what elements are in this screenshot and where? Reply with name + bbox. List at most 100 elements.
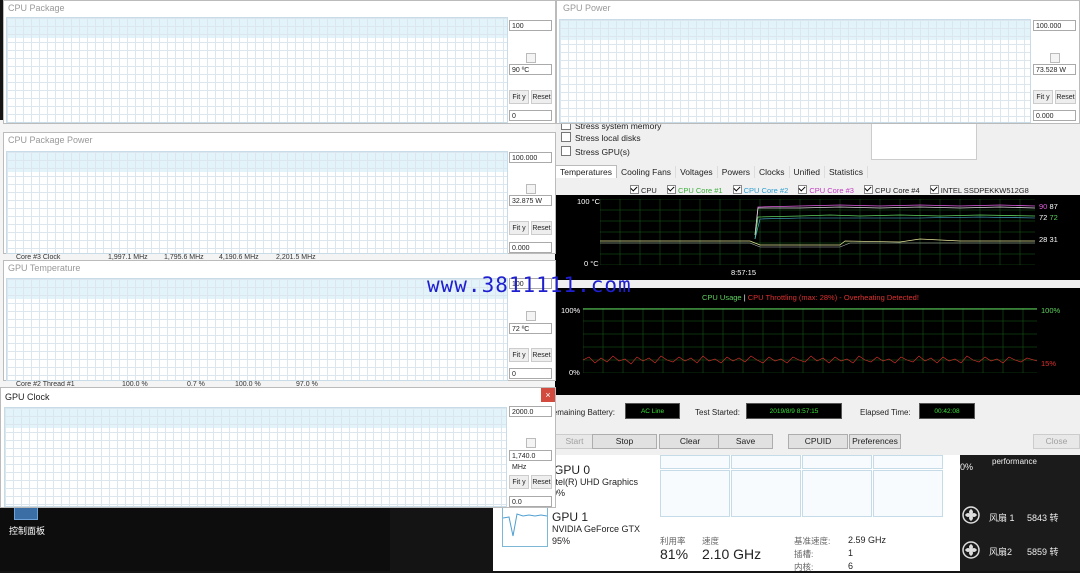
cpu-usage-title: CPU Usage — [702, 293, 742, 302]
legend-checkbox[interactable] — [630, 185, 639, 194]
legend-checkbox[interactable] — [732, 185, 742, 194]
temp-line-core1 — [754, 214, 1035, 240]
graph-current-field[interactable]: 32.875 W — [509, 195, 552, 206]
graph-auto-checkbox[interactable] — [526, 53, 536, 63]
temperature-graph: 100 °C 0 °C 8:57:15 90 87 72 72 28 31 — [555, 195, 1080, 280]
clear-button[interactable]: Clear — [659, 434, 721, 449]
cpu-package-graph-window[interactable]: CPU Package 100 90 ºC Fit y Reset 0 — [3, 0, 556, 124]
close-button[interactable]: Close — [1033, 434, 1080, 449]
graph-auto-checkbox[interactable] — [1050, 53, 1060, 63]
graph-min-field[interactable]: 0 — [509, 110, 552, 121]
reset-button[interactable]: Reset — [1055, 90, 1076, 104]
cpu-usage-graph: CPU Usage | CPU Throttling (max: 28%) - … — [555, 288, 1080, 395]
graph-window-title: CPU Package Power — [8, 135, 93, 145]
graph-auto-checkbox[interactable] — [526, 311, 536, 321]
system-stability-test-window: Stress system memory Stress local disks … — [547, 120, 1080, 455]
graph-current-field[interactable]: 73.528 W — [1033, 64, 1076, 75]
temperature-legend: CPU CPU Core #1 CPU Core #2 CPU Core #3 … — [630, 185, 1037, 195]
usage-plot — [583, 308, 1037, 373]
tab-clocks[interactable]: Clocks — [755, 166, 790, 178]
tab-statistics[interactable]: Statistics — [825, 166, 869, 178]
cpu-core-graph — [802, 455, 872, 469]
graph-max-field[interactable]: 2000.0 — [509, 406, 552, 417]
fan2-value: 5859 转 — [1027, 547, 1059, 557]
cpu-package-power-graph-window[interactable]: CPU Package Power 100.000 32.875 W Fit y… — [3, 132, 556, 254]
temp-time-label: 8:57:15 — [731, 268, 757, 277]
cpuid-button[interactable]: CPUID — [788, 434, 848, 449]
legend-checkbox[interactable] — [864, 185, 874, 194]
reset-button[interactable]: Reset — [531, 475, 552, 489]
save-button[interactable]: Save — [718, 434, 773, 449]
temp-right-row-3: 28 31 — [1039, 234, 1079, 245]
fit-y-button[interactable]: Fit y — [509, 221, 529, 235]
graph-current-field[interactable]: 72 ºC — [509, 323, 552, 334]
temp-line-core3 — [754, 204, 1035, 236]
fit-y-button[interactable]: Fit y — [1033, 90, 1053, 104]
legend-item-core1[interactable]: CPU Core #1 — [666, 185, 723, 195]
stop-button[interactable]: Stop — [592, 434, 657, 449]
legend-item-core4[interactable]: CPU Core #4 — [864, 185, 920, 195]
graph-current-field[interactable]: 1,740.0 MHz — [509, 450, 552, 471]
temp-right-row-1: 90 87 — [1039, 201, 1079, 212]
stress-gpu-checkbox[interactable] — [561, 146, 571, 156]
graph-current-field[interactable]: 90 ºC — [509, 64, 552, 75]
sockets-value: 1 — [848, 548, 854, 558]
reset-button[interactable]: Reset — [531, 348, 552, 362]
legend-label: CPU Core #4 — [875, 186, 920, 195]
temp-line-core2 — [754, 216, 1035, 240]
graph-min-field[interactable]: 0.000 — [1033, 110, 1076, 121]
tab-powers[interactable]: Powers — [718, 166, 756, 178]
tab-temperatures[interactable]: Temperatures — [555, 165, 617, 178]
gpu-power-graph-window[interactable]: GPU Power 100.000 73.528 W Fit y Reset 0… — [556, 0, 1080, 124]
usage-axis-right-top: 100% — [1041, 306, 1061, 315]
temperature-plot — [600, 199, 1035, 265]
legend-checkbox[interactable] — [666, 185, 676, 194]
tab-unified[interactable]: Unified — [790, 166, 826, 178]
close-icon[interactable]: × — [541, 388, 555, 402]
task-manager-performance: GPU 0 Intel(R) UHD Graphics 0% GPU 1 NVI… — [493, 455, 960, 572]
graph-auto-checkbox[interactable] — [526, 438, 536, 448]
temp-value-label: 87 — [1049, 202, 1058, 211]
fit-y-button[interactable]: Fit y — [509, 475, 529, 489]
stress-gpu-option[interactable]: Stress GPU(s) — [561, 146, 630, 157]
legend-item-ssd[interactable]: INTEL SSDPEKKW512G8 — [929, 185, 1029, 195]
fit-y-button[interactable]: Fit y — [509, 348, 529, 362]
fan2-label: 风扇2 — [989, 547, 1013, 557]
gpu0-name[interactable]: GPU 0 — [554, 463, 590, 477]
stress-disks-checkbox[interactable] — [561, 132, 571, 142]
graph-min-field[interactable]: 0.0 — [509, 496, 552, 507]
tab-cooling-fans[interactable]: Cooling Fans — [617, 166, 677, 178]
graph-auto-checkbox[interactable] — [526, 184, 536, 194]
graph-min-field[interactable]: 0.000 — [509, 242, 552, 253]
graph-max-field[interactable]: 100.000 — [1033, 20, 1076, 31]
elapsed-time-value: 00:42:08 — [919, 403, 975, 419]
usage-axis-left-top: 100% — [561, 306, 581, 315]
reset-button[interactable]: Reset — [531, 221, 552, 235]
graph-min-field[interactable]: 0 — [509, 368, 552, 379]
control-panel-label[interactable]: 控制面板 — [9, 524, 45, 537]
stress-disks-option[interactable]: Stress local disks — [561, 132, 641, 143]
graph-max-field[interactable]: 100.000 — [509, 152, 552, 163]
reset-button[interactable]: Reset — [531, 90, 552, 104]
cpu-core-graph — [731, 455, 801, 469]
test-started-value: 2019/8/9 8:57:15 — [746, 403, 842, 419]
graph-window-title: GPU Temperature — [8, 263, 81, 273]
legend-item-cpu[interactable]: CPU — [630, 185, 657, 195]
graph-max-field[interactable]: 100 — [509, 20, 552, 31]
preferences-button[interactable]: Preferences — [849, 434, 901, 449]
gpu1-thumbnail[interactable] — [502, 507, 548, 547]
tab-voltages[interactable]: Voltages — [676, 166, 718, 178]
remaining-battery-value: AC Line — [625, 403, 680, 419]
cpu-core-graph — [660, 455, 730, 469]
temp-value-label: 28 — [1039, 235, 1048, 244]
legend-checkbox[interactable] — [798, 185, 808, 194]
gpu1-name[interactable]: GPU 1 — [552, 510, 588, 524]
legend-item-core3[interactable]: CPU Core #3 — [798, 185, 854, 195]
fit-y-button[interactable]: Fit y — [509, 90, 529, 104]
gpu-clock-graph-window[interactable]: GPU Clock × 2000.0 1,740.0 MHz Fit y Res… — [0, 387, 556, 508]
legend-checkbox[interactable] — [929, 185, 939, 194]
legend-item-core2[interactable]: CPU Core #2 — [732, 185, 788, 195]
utilization-value: 81% — [660, 546, 689, 562]
temp-value-label: 90 — [1039, 202, 1048, 211]
sensor-graph-area — [6, 17, 508, 123]
